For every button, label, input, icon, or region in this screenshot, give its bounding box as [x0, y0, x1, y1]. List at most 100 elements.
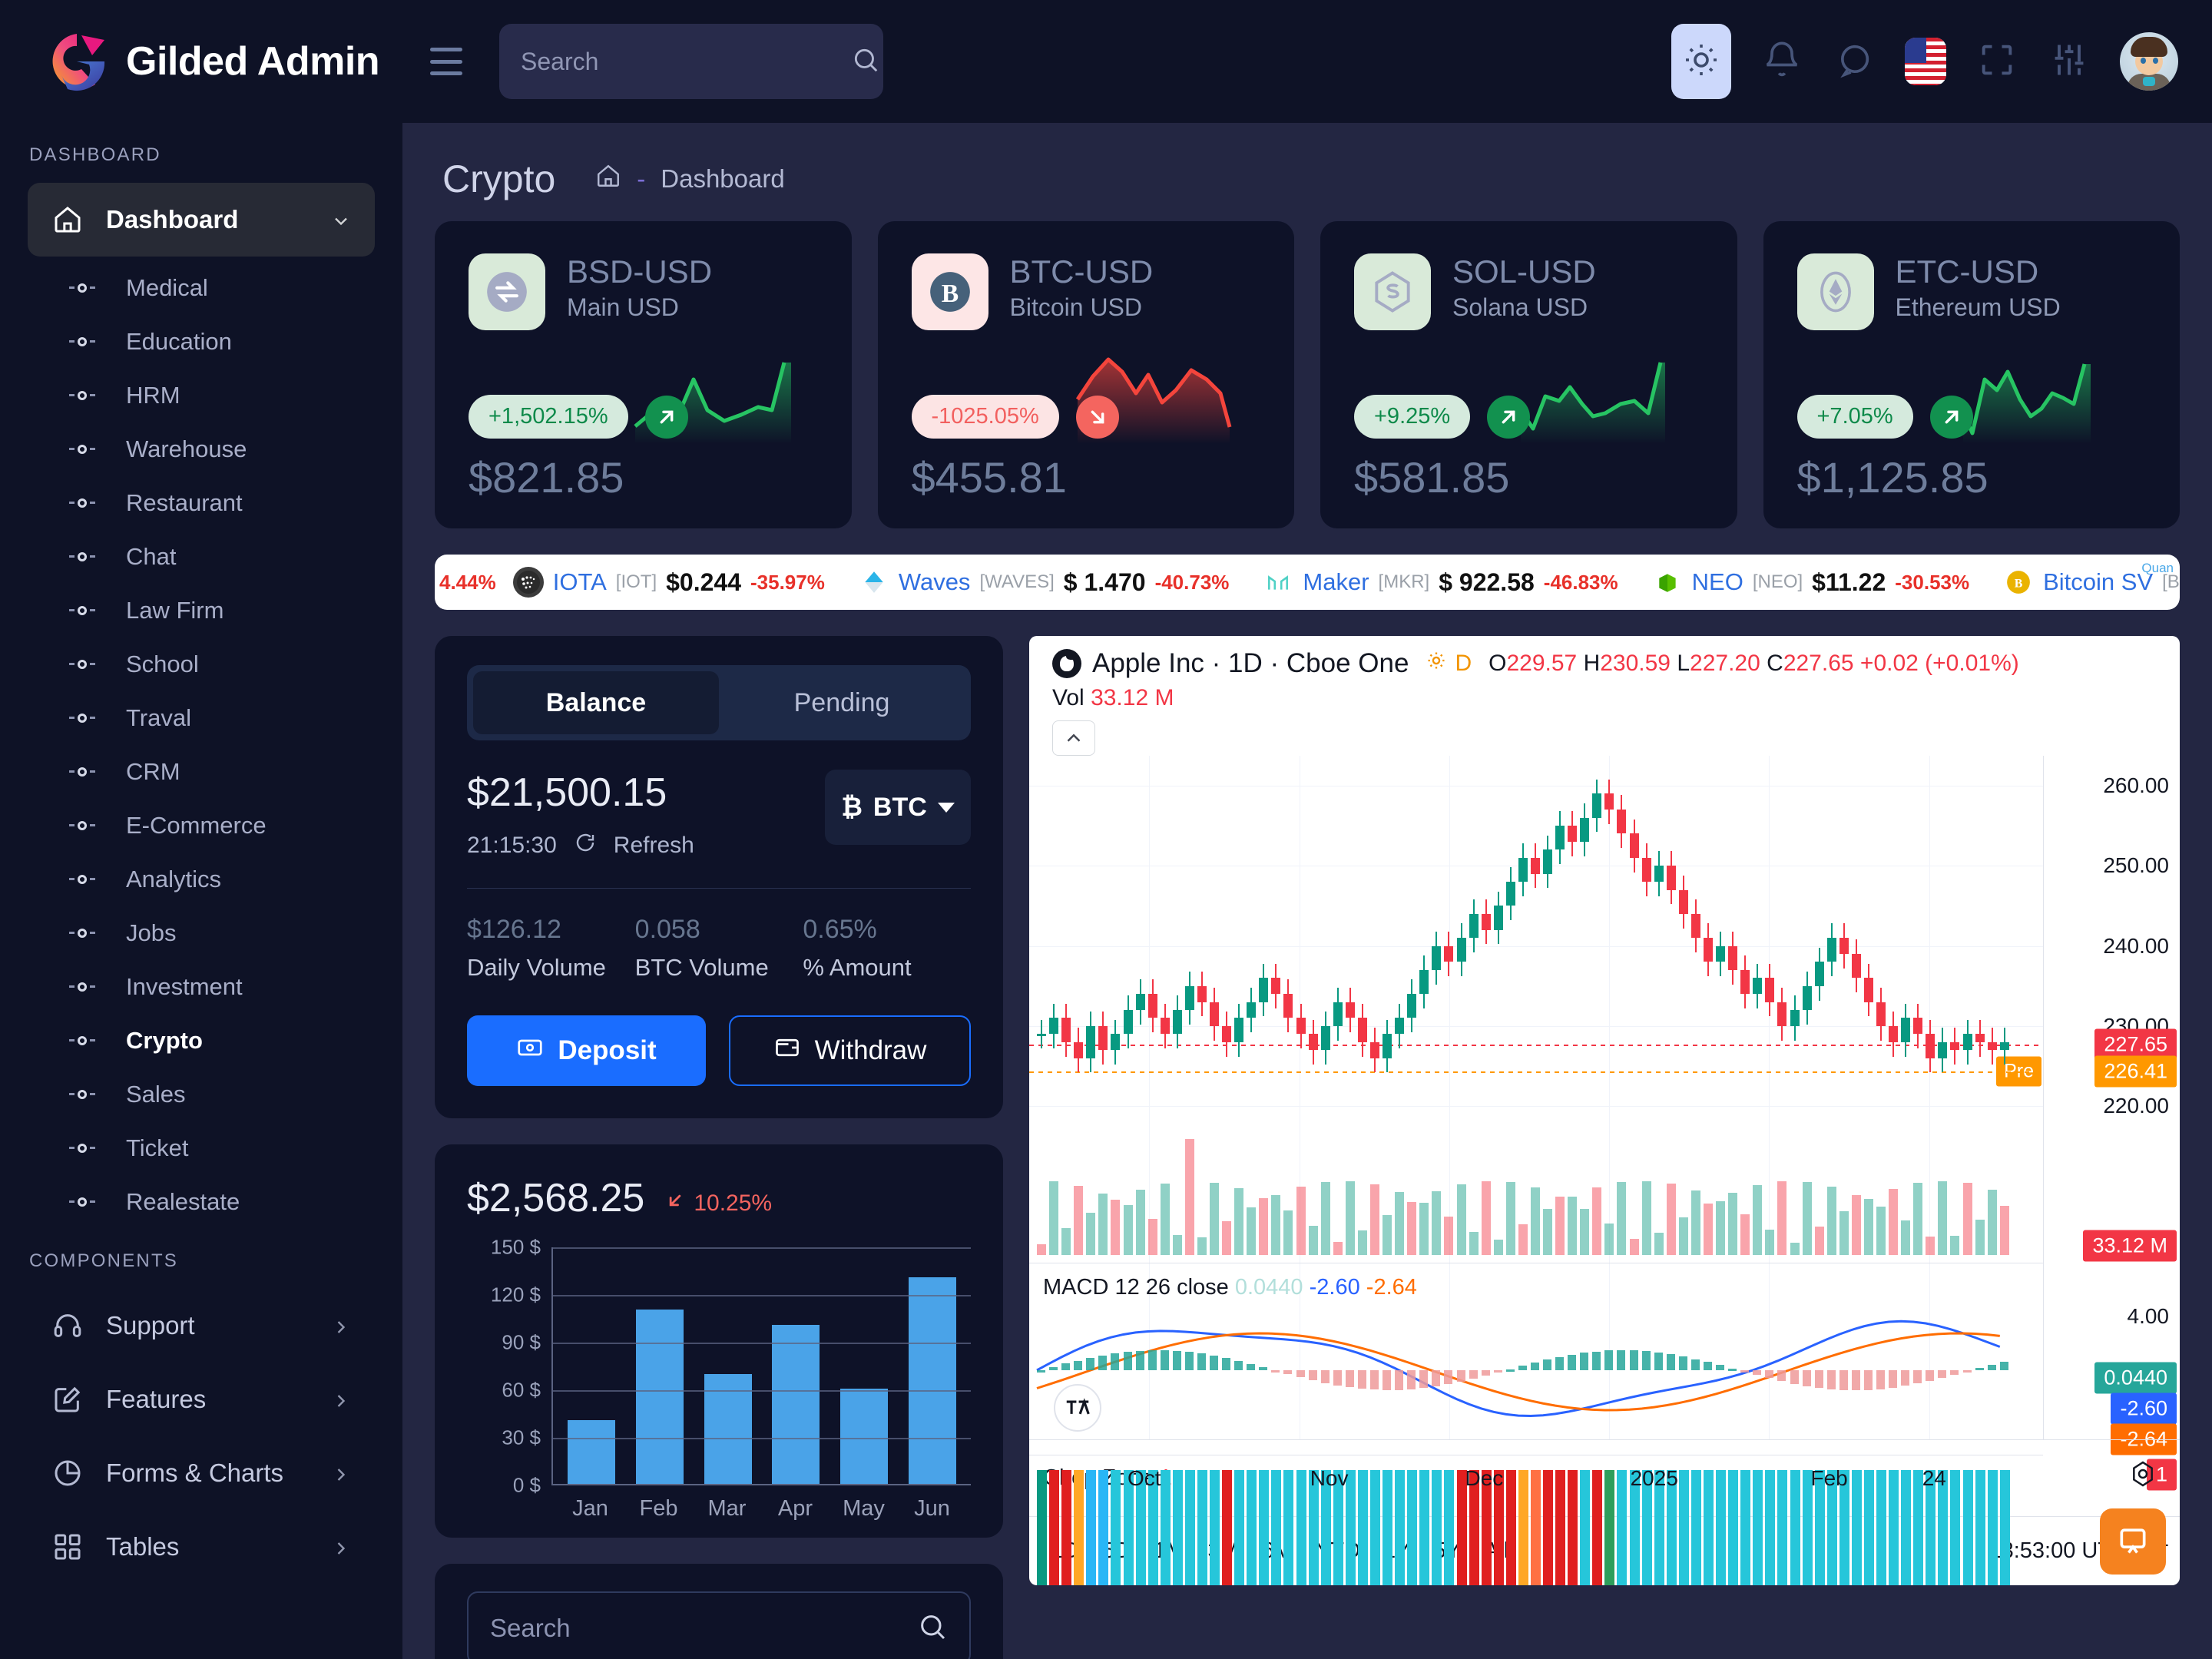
- support-fab-button[interactable]: [2100, 1508, 2166, 1575]
- menu-toggle-icon[interactable]: [430, 48, 467, 75]
- home-icon[interactable]: [595, 163, 621, 195]
- tv-volume-bar: [1234, 1188, 1244, 1255]
- bullet-icon: [69, 498, 95, 508]
- tv-c-label: C: [1767, 651, 1783, 676]
- sidebar-item-dashboard[interactable]: Dashboard: [28, 183, 375, 257]
- tv-candle: [1308, 1019, 1318, 1065]
- gridline: [553, 1438, 971, 1439]
- bar-jun[interactable]: [908, 1277, 956, 1484]
- bottom-search-box[interactable]: [467, 1591, 971, 1659]
- tv-macd-histogram-bar: [1728, 1368, 1737, 1371]
- tv-interval[interactable]: D: [1426, 650, 1472, 677]
- tv-collapse-button[interactable]: [1052, 720, 1095, 756]
- global-search[interactable]: [499, 24, 883, 99]
- ticker-item-maker[interactable]: Maker [MKR] $ 922.58 -46.83%: [1246, 567, 1634, 598]
- sidebar-subitem-jobs[interactable]: Jobs: [0, 906, 402, 960]
- search-input[interactable]: [521, 47, 843, 76]
- tv-candle: [1432, 931, 1442, 985]
- refresh-icon[interactable]: [574, 831, 597, 860]
- sidebar-subitem-investment[interactable]: Investment: [0, 960, 402, 1014]
- deposit-button[interactable]: Deposit: [467, 1015, 706, 1086]
- tv-macd-histogram-bar: [1802, 1370, 1811, 1386]
- refresh-label[interactable]: Refresh: [614, 833, 694, 859]
- tv-volume-bar: [1395, 1192, 1405, 1255]
- tab-balance[interactable]: Balance: [473, 671, 719, 734]
- bar-apr[interactable]: [772, 1325, 820, 1484]
- tv-settings-icon[interactable]: [2128, 1459, 2158, 1493]
- tradingview-logo-icon[interactable]: [1054, 1384, 1101, 1432]
- tv-macd-histogram-bar: [1678, 1356, 1687, 1370]
- tv-macd-histogram-bar: [1826, 1370, 1836, 1389]
- tradingview-chart-widget[interactable]: Apple Inc · 1D · Cboe One D O229.57 H230…: [1029, 636, 2180, 1585]
- sidebar-subitem-ticket[interactable]: Ticket: [0, 1121, 402, 1175]
- bottom-search-input[interactable]: [490, 1614, 908, 1643]
- arrow-down-right-icon: [1075, 395, 1119, 439]
- gridline: [553, 1247, 971, 1249]
- sidebar-subitem-restaurant[interactable]: Restaurant: [0, 476, 402, 530]
- sidebar-subitem-warehouse[interactable]: Warehouse: [0, 422, 402, 476]
- sidebar-subitem-law-firm[interactable]: Law Firm: [0, 584, 402, 637]
- tv-plot-area[interactable]: 260.00 250.00 240.00 230.00 220.00 227.65 226.…: [1029, 756, 2180, 1585]
- ticker-item-iota[interactable]: IOTA [IOT] $0.244 -35.97%: [496, 567, 842, 598]
- balance-stats: $126.12 Daily Volume 0.058 BTC Volume 0.…: [467, 915, 971, 982]
- fullscreen-button[interactable]: [1975, 40, 2018, 83]
- sidebar-subitem-hrm[interactable]: HRM: [0, 369, 402, 422]
- crypto-card-etc-usd[interactable]: ETC-USD Ethereum USD +7.05% $1,125.85: [1763, 221, 2180, 528]
- theme-toggle-button[interactable]: [1671, 24, 1731, 99]
- sidebar-item-forms-charts[interactable]: Forms & Charts: [28, 1436, 375, 1510]
- brand[interactable]: Gilded Admin: [0, 0, 402, 123]
- sidebar-subitem-sales[interactable]: Sales: [0, 1068, 402, 1121]
- language-flag-icon[interactable]: [1905, 38, 1946, 85]
- bullet-icon: [69, 929, 95, 938]
- sidebar-subitem-analytics[interactable]: Analytics: [0, 853, 402, 906]
- settings-button[interactable]: [2048, 40, 2091, 83]
- bar-may[interactable]: [839, 1389, 888, 1484]
- sidebar-item-tables[interactable]: Tables: [28, 1510, 375, 1584]
- bullet-icon: [69, 821, 95, 830]
- sidebar-item-support[interactable]: Support: [28, 1289, 375, 1363]
- sidebar-subitem-chat[interactable]: Chat: [0, 530, 402, 584]
- notifications-button[interactable]: [1760, 40, 1803, 83]
- y-tick-label: 150 $: [490, 1235, 541, 1259]
- crypto-card-btc-usd[interactable]: B BTC-USD Bitcoin USD -1025.05% $455.81: [877, 221, 1294, 528]
- sidebar-subitem-traval[interactable]: Traval: [0, 691, 402, 745]
- fullscreen-icon: [1977, 40, 2017, 84]
- y-tick-label: 120 $: [490, 1283, 541, 1306]
- sidebar-subitem-crm[interactable]: CRM: [0, 745, 402, 799]
- nav-section-components: COMPONENTS: [29, 1250, 179, 1271]
- coin-selector[interactable]: ₿ BTC: [825, 770, 971, 845]
- bar-feb[interactable]: [635, 1309, 684, 1484]
- sidebar-subitem-crypto[interactable]: Crypto: [0, 1014, 402, 1068]
- tv-volume-bar: [1740, 1214, 1750, 1255]
- tv-candle: [1160, 1003, 1170, 1049]
- crypto-card-sol-usd[interactable]: SOL-USD Solana USD +9.25% $581.85: [1320, 221, 1737, 528]
- left-column: Balance Pending $21,500.15 21:15:30 Refr…: [435, 636, 1003, 1659]
- messages-button[interactable]: [1833, 40, 1876, 83]
- sidebar-subitem-school[interactable]: School: [0, 637, 402, 691]
- bullet-icon: [69, 1036, 95, 1045]
- crypto-card-bsd-usd[interactable]: BSD-USD Main USD +1,502.15% $821.85: [435, 221, 852, 528]
- tv-volume-bar: [1518, 1224, 1528, 1255]
- ticker-item-waves[interactable]: Waves [WAVES] $ 1.470 -40.73%: [842, 567, 1247, 598]
- tv-macd-histogram-bar: [1999, 1362, 2008, 1370]
- sidebar-subitem-education[interactable]: Education: [0, 315, 402, 369]
- ticker-name: IOTA: [552, 568, 607, 595]
- tv-candle: [1210, 987, 1220, 1041]
- tv-volume-bar: [1247, 1207, 1257, 1255]
- tv-candle: [1654, 851, 1664, 896]
- ticker-item-neo[interactable]: NEO [NEO] $11.22 -30.53%: [1635, 567, 1986, 598]
- tv-macd-histogram-bar: [1690, 1359, 1700, 1370]
- sidebar-subitem-e-commerce[interactable]: E-Commerce: [0, 799, 402, 853]
- withdraw-button[interactable]: Withdraw: [729, 1015, 971, 1086]
- tab-pending[interactable]: Pending: [719, 671, 965, 734]
- crypto-ticker-bar[interactable]: 4.44% IOTA [IOT] $0.244 -35.97% Waves [W…: [435, 555, 2180, 610]
- sidebar-subitem-medical[interactable]: Medical: [0, 261, 402, 315]
- tv-symbol[interactable]: Apple Inc · 1D · Cboe One: [1052, 648, 1409, 679]
- iota-icon: [512, 567, 544, 598]
- user-avatar[interactable]: [2120, 32, 2178, 91]
- crypto-card-change: +9.25%: [1354, 395, 1471, 439]
- sidebar-item-features[interactable]: Features: [28, 1363, 375, 1436]
- bar-jan[interactable]: [568, 1420, 616, 1484]
- sidebar-subitem-realestate[interactable]: Realestate: [0, 1175, 402, 1229]
- label: Investment: [126, 973, 243, 1000]
